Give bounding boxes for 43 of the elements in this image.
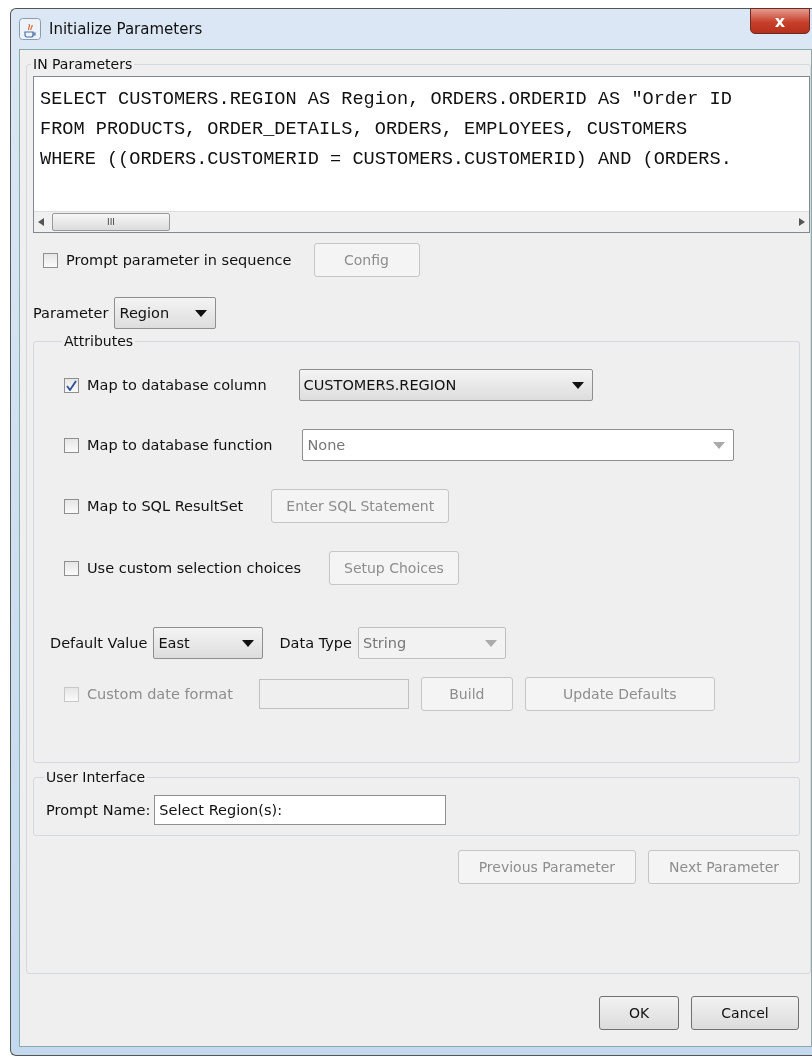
column-dropdown[interactable]: CUSTOMERS.REGION	[298, 369, 593, 401]
checkbox[interactable]	[43, 252, 58, 268]
group-title: IN Parameters	[32, 56, 134, 72]
default-value-label: Default Value	[50, 635, 148, 651]
checkbox-label: Map to database column	[87, 377, 267, 393]
window-title: Initialize Parameters	[49, 20, 203, 38]
sql-line: FROM PRODUCTS, ORDER_DETAILS, ORDERS, EMPLOYEES, CUSTOMERS	[40, 118, 689, 142]
enter-sql-button[interactable]: Enter SQL Statement	[271, 489, 450, 523]
sql-text-area[interactable]: SELECT CUSTOMERS.REGION AS Region, ORDERS.ORDERID AS "Order ID FROM PRODUCTS, ORDER_DETAILS, ORDERS, EMPLOYEES, CUSTOMERS WHERE ((ORDERS.CUSTOMERID = CUSTOMERS.CUSTOMERID) AND (ORDERS. III	[33, 76, 810, 233]
data-type-label: Data Type	[279, 635, 352, 651]
checkbox-label: Map to database function	[87, 437, 273, 453]
horizontal-scrollbar[interactable]: III	[34, 211, 809, 232]
group-title: Attributes	[63, 333, 135, 349]
checkbox[interactable]	[64, 437, 79, 453]
prompt-name-field[interactable]: Select Region(s):	[154, 795, 447, 825]
checkbox-label: Map to SQL ResultSet	[87, 498, 244, 514]
checkbox-label: Custom date format	[87, 686, 233, 702]
close-button[interactable]: x	[750, 8, 810, 34]
java-cup-icon	[19, 18, 41, 40]
caret-icon	[713, 441, 726, 449]
default-value-dropdown[interactable]: East	[153, 627, 264, 659]
caret-icon	[571, 381, 584, 389]
cancel-button[interactable]: Cancel	[691, 996, 799, 1030]
checkbox-label: Prompt parameter in sequence	[66, 252, 292, 268]
parameter-dropdown[interactable]: Region	[114, 297, 217, 329]
checkbox[interactable]	[64, 498, 79, 514]
prompt-name-label: Prompt Name:	[46, 802, 151, 818]
function-combo[interactable]: None	[302, 429, 735, 461]
group-title: User Interface	[45, 769, 147, 785]
checkbox-label: Use custom selection choices	[87, 560, 301, 576]
ok-button[interactable]: OK	[599, 996, 679, 1030]
scroll-right-icon	[799, 218, 805, 226]
scroll-thumb[interactable]: III	[52, 213, 170, 231]
scroll-left-icon	[38, 218, 44, 226]
checkbox[interactable]	[64, 377, 79, 393]
checkbox[interactable]	[64, 560, 79, 576]
caret-icon	[195, 309, 208, 317]
caret-icon	[484, 639, 497, 647]
caret-icon	[242, 639, 255, 647]
sql-line: WHERE ((ORDERS.CUSTOMERID = CUSTOMERS.CUSTOMERID) AND (ORDERS.	[40, 148, 733, 172]
setup-choices-button[interactable]: Setup Choices	[329, 551, 459, 585]
sql-line: SELECT CUSTOMERS.REGION AS Region, ORDERS.ORDERID AS "Order ID	[40, 88, 733, 112]
parameter-label: Parameter	[33, 305, 109, 321]
